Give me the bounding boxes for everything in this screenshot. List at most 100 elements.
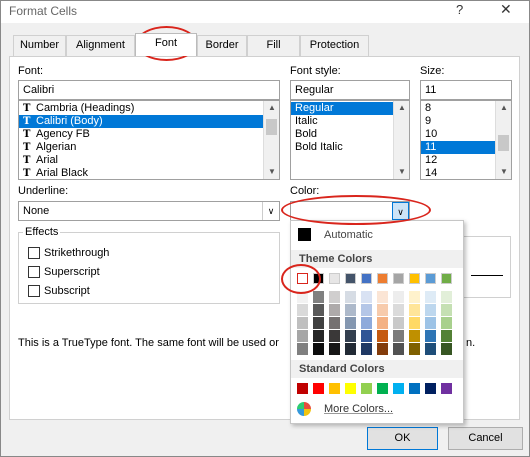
theme-shade-swatch[interactable] (297, 330, 308, 342)
theme-shade-swatch[interactable] (313, 330, 324, 342)
theme-color-swatch[interactable] (393, 273, 404, 284)
tab-alignment[interactable]: Alignment (66, 35, 135, 56)
theme-color-swatch[interactable] (425, 273, 436, 284)
theme-shade-swatch[interactable] (345, 343, 356, 355)
scroll-up-icon[interactable]: ▲ (264, 101, 279, 115)
cancel-button[interactable]: Cancel (448, 427, 523, 450)
theme-shade-swatch[interactable] (361, 317, 372, 329)
list-item[interactable]: Bold (291, 128, 409, 141)
theme-shade-swatch[interactable] (329, 330, 340, 342)
size-list-scrollbar[interactable]: ▲ ▼ (495, 101, 511, 179)
theme-shade-swatch[interactable] (297, 304, 308, 316)
theme-shade-swatch[interactable] (361, 330, 372, 342)
theme-shade-swatch[interactable] (345, 317, 356, 329)
theme-shade-swatch[interactable] (441, 304, 452, 316)
theme-shade-swatch[interactable] (377, 291, 388, 303)
size-list[interactable]: 8 9 10 11 12 14 ▲ ▼ (420, 100, 512, 180)
theme-shade-swatch[interactable] (313, 343, 324, 355)
help-button[interactable]: ? (456, 2, 463, 17)
theme-shade-swatch[interactable] (393, 330, 404, 342)
scroll-thumb[interactable] (498, 135, 509, 151)
theme-shade-swatch[interactable] (425, 317, 436, 329)
theme-shade-swatch[interactable] (329, 304, 340, 316)
list-item[interactable]: T Cambria (Headings) (19, 102, 279, 115)
superscript-label[interactable]: Superscript (44, 266, 100, 278)
theme-shade-swatch[interactable] (441, 330, 452, 342)
standard-color-swatch[interactable] (313, 383, 324, 394)
tab-font[interactable]: Font (135, 33, 197, 56)
theme-shade-swatch[interactable] (425, 304, 436, 316)
list-item[interactable]: T Algerian (19, 141, 279, 154)
theme-shade-swatch[interactable] (313, 317, 324, 329)
standard-color-swatch[interactable] (329, 383, 340, 394)
list-item[interactable]: T Agency FB (19, 128, 279, 141)
standard-color-swatch[interactable] (377, 383, 388, 394)
theme-shade-swatch[interactable] (409, 317, 420, 329)
scroll-down-icon[interactable]: ▼ (394, 165, 409, 179)
font-style-scrollbar[interactable]: ▲ ▼ (393, 101, 409, 179)
font-style-list[interactable]: Regular Italic Bold Bold Italic ▲ ▼ (290, 100, 410, 180)
theme-shade-swatch[interactable] (377, 304, 388, 316)
list-item[interactable]: Italic (291, 115, 409, 128)
font-style-input[interactable]: Regular (290, 80, 410, 100)
theme-shade-swatch[interactable] (425, 291, 436, 303)
theme-color-swatch[interactable] (361, 273, 372, 284)
tab-protection[interactable]: Protection (300, 35, 369, 56)
font-list[interactable]: T Cambria (Headings) T Calibri (Body) T Agenc… (18, 100, 280, 180)
theme-shade-swatch[interactable] (313, 291, 324, 303)
theme-shade-swatch[interactable] (345, 330, 356, 342)
more-colors-option[interactable]: More Colors... (324, 403, 393, 415)
theme-shade-swatch[interactable] (393, 304, 404, 316)
theme-color-swatch[interactable] (345, 273, 356, 284)
theme-shade-swatch[interactable] (377, 317, 388, 329)
theme-shade-swatch[interactable] (377, 330, 388, 342)
chevron-down-icon[interactable]: ∨ (262, 202, 279, 220)
underline-select[interactable]: None ∨ (18, 201, 280, 221)
theme-shade-swatch[interactable] (441, 317, 452, 329)
standard-color-swatch[interactable] (345, 383, 356, 394)
list-item[interactable]: T Arial Black (19, 167, 279, 179)
scroll-down-icon[interactable]: ▼ (496, 165, 511, 179)
theme-shade-swatch[interactable] (393, 343, 404, 355)
theme-shade-swatch[interactable] (425, 330, 436, 342)
theme-shade-swatch[interactable] (393, 317, 404, 329)
tab-number[interactable]: Number (13, 35, 66, 56)
strikethrough-checkbox[interactable] (28, 247, 40, 259)
theme-shade-swatch[interactable] (441, 343, 452, 355)
theme-shade-swatch[interactable] (329, 317, 340, 329)
standard-color-swatch[interactable] (393, 383, 404, 394)
theme-shade-swatch[interactable] (409, 343, 420, 355)
subscript-label[interactable]: Subscript (44, 285, 90, 297)
theme-shade-swatch[interactable] (361, 291, 372, 303)
theme-shade-swatch[interactable] (441, 291, 452, 303)
automatic-swatch[interactable] (298, 228, 311, 241)
list-item[interactable]: Regular (291, 102, 409, 115)
theme-shade-swatch[interactable] (361, 304, 372, 316)
theme-color-swatch[interactable] (409, 273, 420, 284)
tab-border[interactable]: Border (197, 35, 247, 56)
theme-shade-swatch[interactable] (345, 291, 356, 303)
theme-color-swatch[interactable] (441, 273, 452, 284)
theme-shade-swatch[interactable] (297, 343, 308, 355)
standard-color-swatch[interactable] (441, 383, 452, 394)
theme-shade-swatch[interactable] (425, 343, 436, 355)
theme-shade-swatch[interactable] (345, 304, 356, 316)
strikethrough-label[interactable]: Strikethrough (44, 247, 109, 259)
subscript-checkbox[interactable] (28, 285, 40, 297)
standard-color-swatch[interactable] (425, 383, 436, 394)
list-item[interactable]: T Calibri (Body) (19, 115, 279, 128)
theme-shade-swatch[interactable] (409, 304, 420, 316)
theme-shade-swatch[interactable] (393, 291, 404, 303)
theme-shade-swatch[interactable] (329, 343, 340, 355)
scroll-down-icon[interactable]: ▼ (264, 165, 279, 179)
ok-button[interactable]: OK (367, 427, 438, 450)
list-item[interactable]: Bold Italic (291, 141, 409, 154)
standard-color-swatch[interactable] (409, 383, 420, 394)
automatic-option[interactable]: Automatic (324, 229, 373, 241)
theme-shade-swatch[interactable] (313, 304, 324, 316)
theme-shade-swatch[interactable] (329, 291, 340, 303)
theme-color-swatch[interactable] (329, 273, 340, 284)
tab-fill[interactable]: Fill (247, 35, 300, 56)
theme-shade-swatch[interactable] (297, 317, 308, 329)
theme-shade-swatch[interactable] (377, 343, 388, 355)
